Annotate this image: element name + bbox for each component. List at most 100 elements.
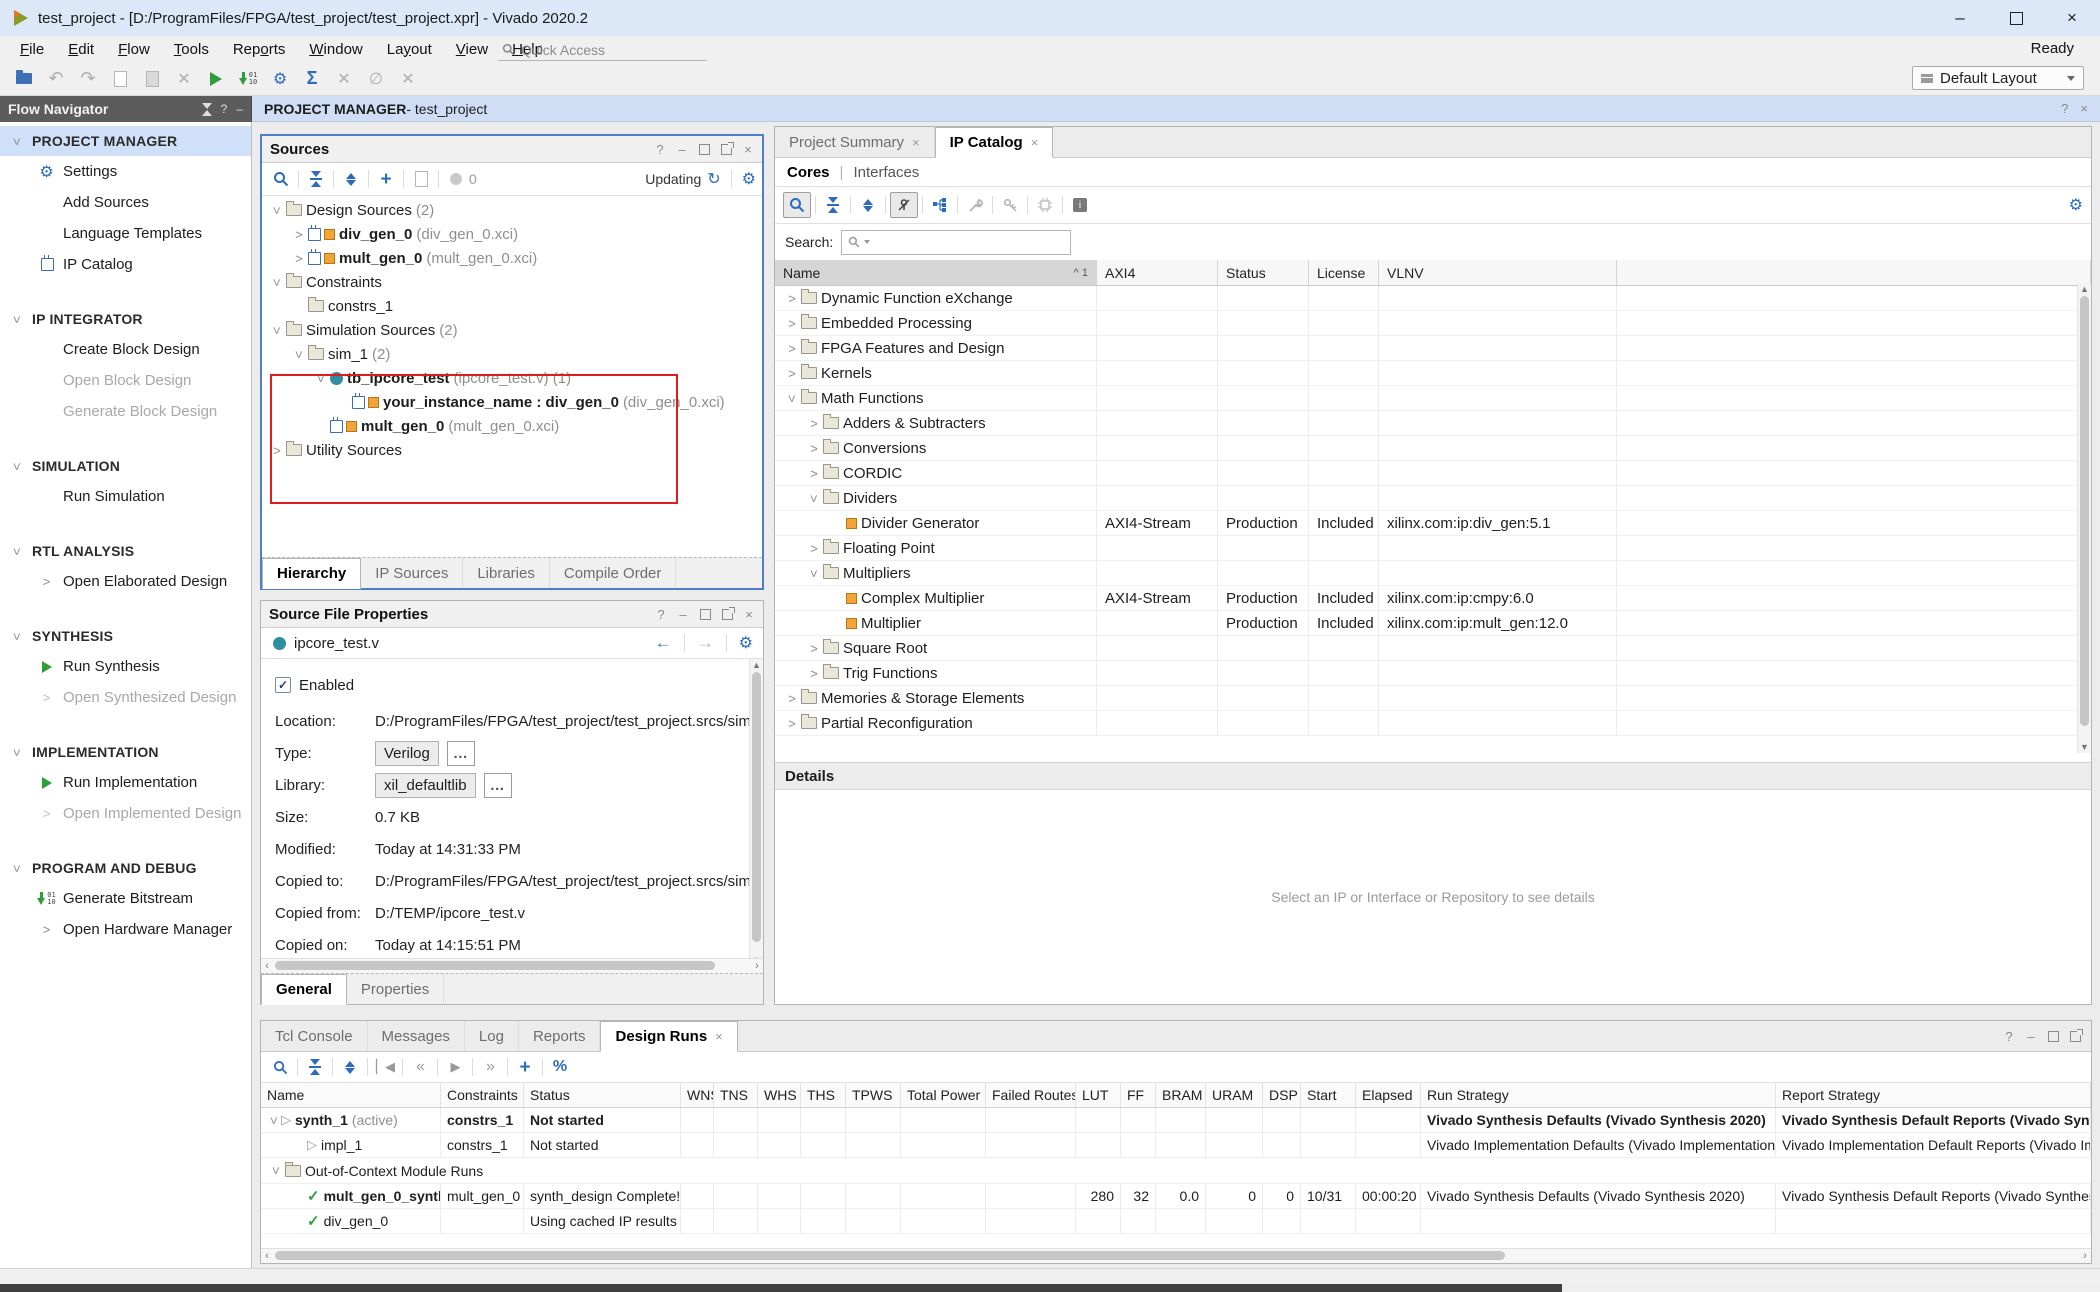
expander-icon[interactable]: > — [269, 1164, 284, 1178]
ip-row-floating-point[interactable]: >Floating Point — [775, 536, 2091, 561]
help-icon[interactable]: ? — [655, 607, 667, 621]
flownav-item-settings[interactable]: ⚙Settings — [0, 156, 251, 187]
close-icon[interactable]: × — [2080, 101, 2088, 116]
sfp-horizontal-scrollbar[interactable]: ‹ › — [261, 958, 763, 973]
search-button[interactable] — [783, 192, 811, 218]
minimize-button[interactable]: – — [1932, 0, 1988, 36]
refresh-icon[interactable]: ↻ — [707, 169, 720, 189]
ip-row-dynamic-function-exchange[interactable]: >Dynamic Function eXchange — [775, 286, 2091, 311]
runs-column-bram[interactable]: BRAM — [1156, 1083, 1206, 1107]
minimize-icon[interactable]: – — [677, 607, 689, 621]
column-header-vlnv[interactable]: VLNV — [1379, 260, 1617, 285]
back-arrow-icon[interactable]: ← — [655, 633, 672, 653]
percent-button[interactable]: % — [547, 1055, 573, 1079]
expander-icon[interactable]: > — [807, 491, 822, 505]
flownav-item-open-elaborated-design[interactable]: >Open Elaborated Design — [0, 566, 251, 597]
tree-row-tb-ipcore-test[interactable]: >tb_ipcore_test (ipcore_test.v) (1) — [262, 366, 762, 390]
runs-column-elapsed[interactable]: Elapsed — [1356, 1083, 1421, 1107]
ip-vertical-scrollbar[interactable]: ▲ ▼ — [2077, 283, 2091, 753]
expander-icon[interactable]: > — [292, 347, 307, 361]
create-run-button[interactable]: + — [512, 1055, 538, 1079]
maximize-icon[interactable] — [698, 142, 710, 156]
gear-icon[interactable]: ⚙ — [739, 633, 753, 653]
column-header-name[interactable]: Name^ 1 — [775, 260, 1097, 285]
expander-icon[interactable]: > — [270, 275, 285, 289]
add-sources-button[interactable]: + — [373, 167, 399, 191]
collapse-all-button[interactable] — [303, 167, 329, 191]
tree-row-design-sources[interactable]: >Design Sources (2) — [262, 198, 762, 222]
runs-column-failed-routes[interactable]: Failed Routes — [986, 1083, 1076, 1107]
file-info-button[interactable] — [408, 167, 434, 191]
expander-icon[interactable]: > — [40, 690, 54, 705]
collapse-all-icon[interactable] — [202, 103, 212, 116]
expander-icon[interactable]: > — [10, 745, 25, 759]
close-icon[interactable]: × — [715, 1029, 723, 1044]
license-button[interactable] — [997, 193, 1023, 217]
maximize-icon[interactable] — [699, 607, 711, 621]
forward-arrow-icon[interactable]: → — [697, 633, 714, 653]
tab-ip-sources[interactable]: IP Sources — [361, 558, 463, 588]
bottom-tab-design-runs[interactable]: Design Runs× — [600, 1021, 737, 1052]
expander-icon[interactable]: > — [270, 443, 284, 458]
runs-row-mult-gen-0-synth-1[interactable]: >✓mult_gen_0_synth_1mult_gen_0synth_desi… — [261, 1184, 2091, 1209]
runs-column-tpws[interactable]: TPWS — [846, 1083, 901, 1107]
ip-row-fpga-features-and-design[interactable]: >FPGA Features and Design — [775, 336, 2091, 361]
tab-libraries[interactable]: Libraries — [463, 558, 550, 588]
step-back-button[interactable]: « — [407, 1055, 433, 1079]
flownav-header-simulation[interactable]: >SIMULATION — [0, 451, 251, 481]
minimize-icon[interactable]: – — [2025, 1029, 2037, 1043]
flownav-header-program-and-debug[interactable]: >PROGRAM AND DEBUG — [0, 853, 251, 883]
menu-layout[interactable]: Layout — [375, 41, 444, 58]
runs-column-status[interactable]: Status — [524, 1083, 681, 1107]
flownav-item-open-block-design[interactable]: Open Block Design — [0, 365, 251, 396]
runs-column-start[interactable]: Start — [1301, 1083, 1356, 1107]
flownav-item-create-block-design[interactable]: Create Block Design — [0, 334, 251, 365]
runs-column-name[interactable]: Name — [261, 1083, 441, 1107]
tree-row-constraints[interactable]: >Constraints — [262, 270, 762, 294]
menu-window[interactable]: Window — [297, 41, 374, 58]
expander-icon[interactable]: > — [270, 323, 285, 337]
close-icon[interactable]: × — [912, 135, 920, 150]
menu-tools[interactable]: Tools — [162, 41, 221, 58]
doc-tab-project-summary[interactable]: Project Summary× — [775, 127, 935, 157]
enabled-checkbox[interactable]: ✓ — [275, 677, 291, 693]
runs-horizontal-scrollbar[interactable]: ‹ › — [261, 1248, 2091, 1263]
generate-bitstream-button[interactable]: 0110 — [234, 66, 262, 92]
search-button[interactable] — [268, 167, 294, 191]
maximize-icon[interactable] — [2047, 1029, 2059, 1043]
close-icon[interactable]: × — [1031, 135, 1039, 150]
close-button[interactable]: × — [2044, 0, 2100, 36]
maximize-button[interactable] — [1988, 0, 2044, 36]
flownav-item-open-implemented-design[interactable]: >Open Implemented Design — [0, 798, 251, 829]
expander-icon[interactable]: > — [807, 466, 821, 481]
expand-all-button[interactable] — [337, 1055, 363, 1079]
flownav-header-implementation[interactable]: >IMPLEMENTATION — [0, 737, 251, 767]
float-icon[interactable] — [2069, 1029, 2081, 1043]
cancel-run-button[interactable]: ✕ — [330, 66, 358, 92]
group-by-button[interactable] — [927, 193, 953, 217]
expander-icon[interactable]: > — [10, 459, 25, 473]
bottom-tab-messages[interactable]: Messages — [368, 1021, 465, 1051]
tree-row-mult-gen-0[interactable]: >mult_gen_0 (mult_gen_0.xci) — [262, 246, 762, 270]
runs-row-impl-1[interactable]: >▷impl_1constrs_1Not startedVivado Imple… — [261, 1133, 2091, 1158]
expander-icon[interactable]: > — [40, 922, 54, 937]
bottom-tab-reports[interactable]: Reports — [519, 1021, 601, 1051]
ip-row-partial-reconfiguration[interactable]: >Partial Reconfiguration — [775, 711, 2091, 736]
go-first-button[interactable]: ▏◀ — [372, 1055, 398, 1079]
gear-icon[interactable]: ⚙ — [742, 169, 756, 189]
float-icon[interactable] — [720, 142, 732, 156]
runs-column-dsp[interactable]: DSP — [1263, 1083, 1301, 1107]
field-value-box[interactable]: Verilog — [375, 741, 439, 766]
help-icon[interactable]: ? — [2003, 1029, 2015, 1043]
ip-row-dividers[interactable]: >Dividers — [775, 486, 2091, 511]
ip-row-multiplier[interactable]: >MultiplierProductionIncludedxilinx.com:… — [775, 611, 2091, 636]
runs-column-ff[interactable]: FF — [1121, 1083, 1156, 1107]
ip-row-cordic[interactable]: >CORDIC — [775, 461, 2091, 486]
pin-filter-button[interactable] — [890, 192, 918, 218]
flownav-item-run-synthesis[interactable]: Run Synthesis — [0, 651, 251, 682]
tab-general[interactable]: General — [261, 974, 347, 1005]
search-button[interactable] — [267, 1055, 293, 1079]
sources-panel-header[interactable]: Sources ? – × — [262, 136, 762, 163]
runs-column-run-strategy[interactable]: Run Strategy — [1421, 1083, 1776, 1107]
flownav-item-language-templates[interactable]: Language Templates — [0, 218, 251, 249]
